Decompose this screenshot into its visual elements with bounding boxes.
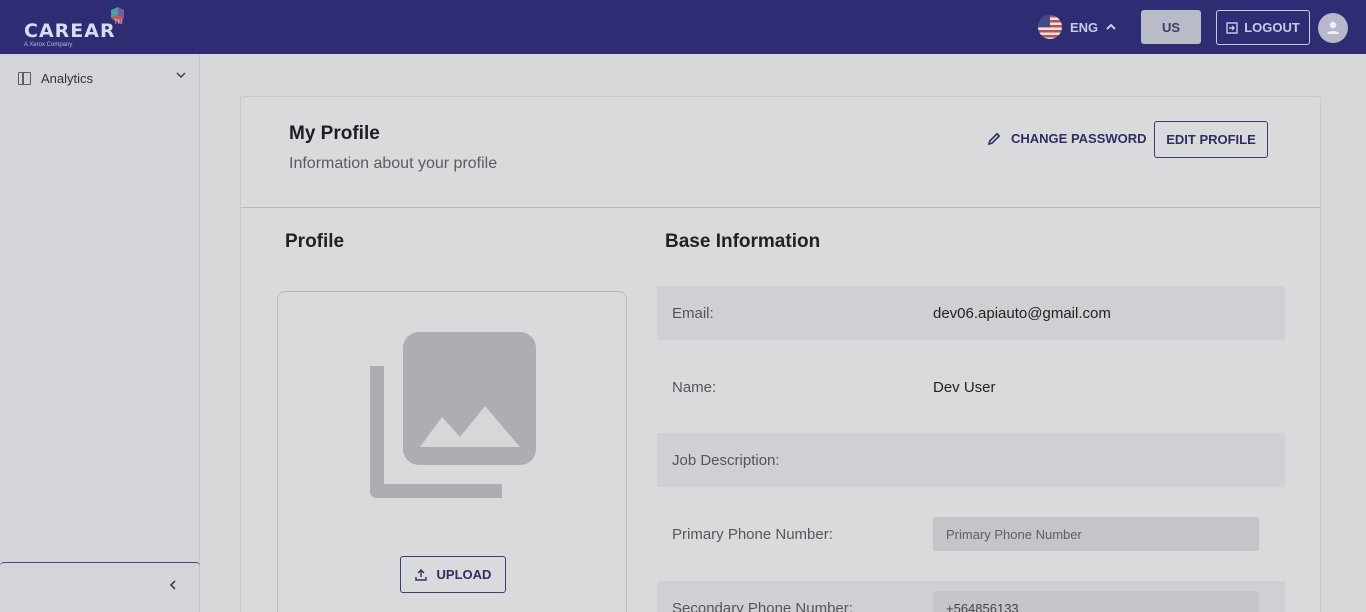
info-row-name: Name: Dev User — [657, 360, 1285, 414]
chevron-up-icon — [1106, 23, 1116, 30]
name-value: Dev User — [933, 378, 996, 396]
sidebar-footer — [0, 562, 200, 612]
pencil-icon — [987, 132, 1001, 145]
profile-photo-box: UPLOAD — [277, 291, 627, 612]
info-row-secondary-phone: Secondary Phone Number: — [657, 581, 1285, 612]
job-description-label: Job Description: — [672, 451, 780, 469]
profile-section-title: Profile — [285, 231, 345, 252]
email-value: dev06.apiauto@gmail.com — [933, 304, 1111, 322]
profile-card: My Profile Information about your profil… — [240, 96, 1321, 612]
info-row-primary-phone: Primary Phone Number: — [657, 507, 1285, 561]
user-avatar[interactable] — [1318, 13, 1348, 43]
sidebar-item-analytics[interactable]: Analytics — [0, 66, 200, 90]
edit-profile-button[interactable]: EDIT PROFILE — [1154, 121, 1268, 158]
logo-trademark: TM — [114, 20, 123, 26]
info-row-email: Email: dev06.apiauto@gmail.com — [657, 286, 1285, 340]
logout-label: LOGOUT — [1244, 20, 1300, 35]
language-label: ENG — [1070, 19, 1099, 35]
page-subtitle: Information about your profile — [289, 155, 498, 172]
top-header: CAREAR TM A Xerox Company ENG US LOGOUT — [0, 0, 1366, 54]
layout-icon — [18, 71, 31, 85]
primary-phone-input[interactable] — [933, 517, 1259, 551]
secondary-phone-label: Secondary Phone Number: — [672, 599, 853, 612]
logout-button[interactable]: LOGOUT — [1216, 10, 1310, 45]
region-button[interactable]: US — [1141, 10, 1201, 44]
logo-subtitle: A Xerox Company — [24, 42, 73, 48]
upload-icon — [414, 568, 427, 581]
collapse-sidebar-icon[interactable] — [168, 579, 178, 591]
name-label: Name: — [672, 378, 717, 396]
person-icon — [1327, 21, 1339, 34]
profile-card-header: My Profile Information about your profil… — [241, 97, 1320, 208]
change-password-label: CHANGE PASSWORD — [1011, 131, 1147, 146]
upload-label: UPLOAD — [436, 567, 492, 582]
sidebar: Analytics — [0, 54, 200, 612]
secondary-phone-input[interactable] — [933, 591, 1259, 612]
page-title: My Profile — [289, 123, 380, 144]
sidebar-item-label: Analytics — [41, 70, 94, 86]
logout-icon — [1226, 21, 1238, 34]
change-password-button[interactable]: CHANGE PASSWORD — [987, 131, 1147, 146]
base-information-title: Base Information — [665, 231, 821, 252]
info-row-job-description: Job Description: — [657, 433, 1285, 487]
language-selector[interactable]: ENG — [1038, 14, 1116, 40]
logo-text: CAREAR — [24, 20, 116, 42]
primary-phone-label: Primary Phone Number: — [672, 525, 833, 543]
upload-button[interactable]: UPLOAD — [400, 556, 506, 593]
carear-logo[interactable]: CAREAR TM A Xerox Company — [22, 6, 132, 50]
chevron-down-icon — [176, 72, 186, 79]
us-flag-icon — [1038, 15, 1062, 39]
image-placeholder-icon — [370, 332, 536, 498]
email-label: Email: — [672, 304, 714, 322]
